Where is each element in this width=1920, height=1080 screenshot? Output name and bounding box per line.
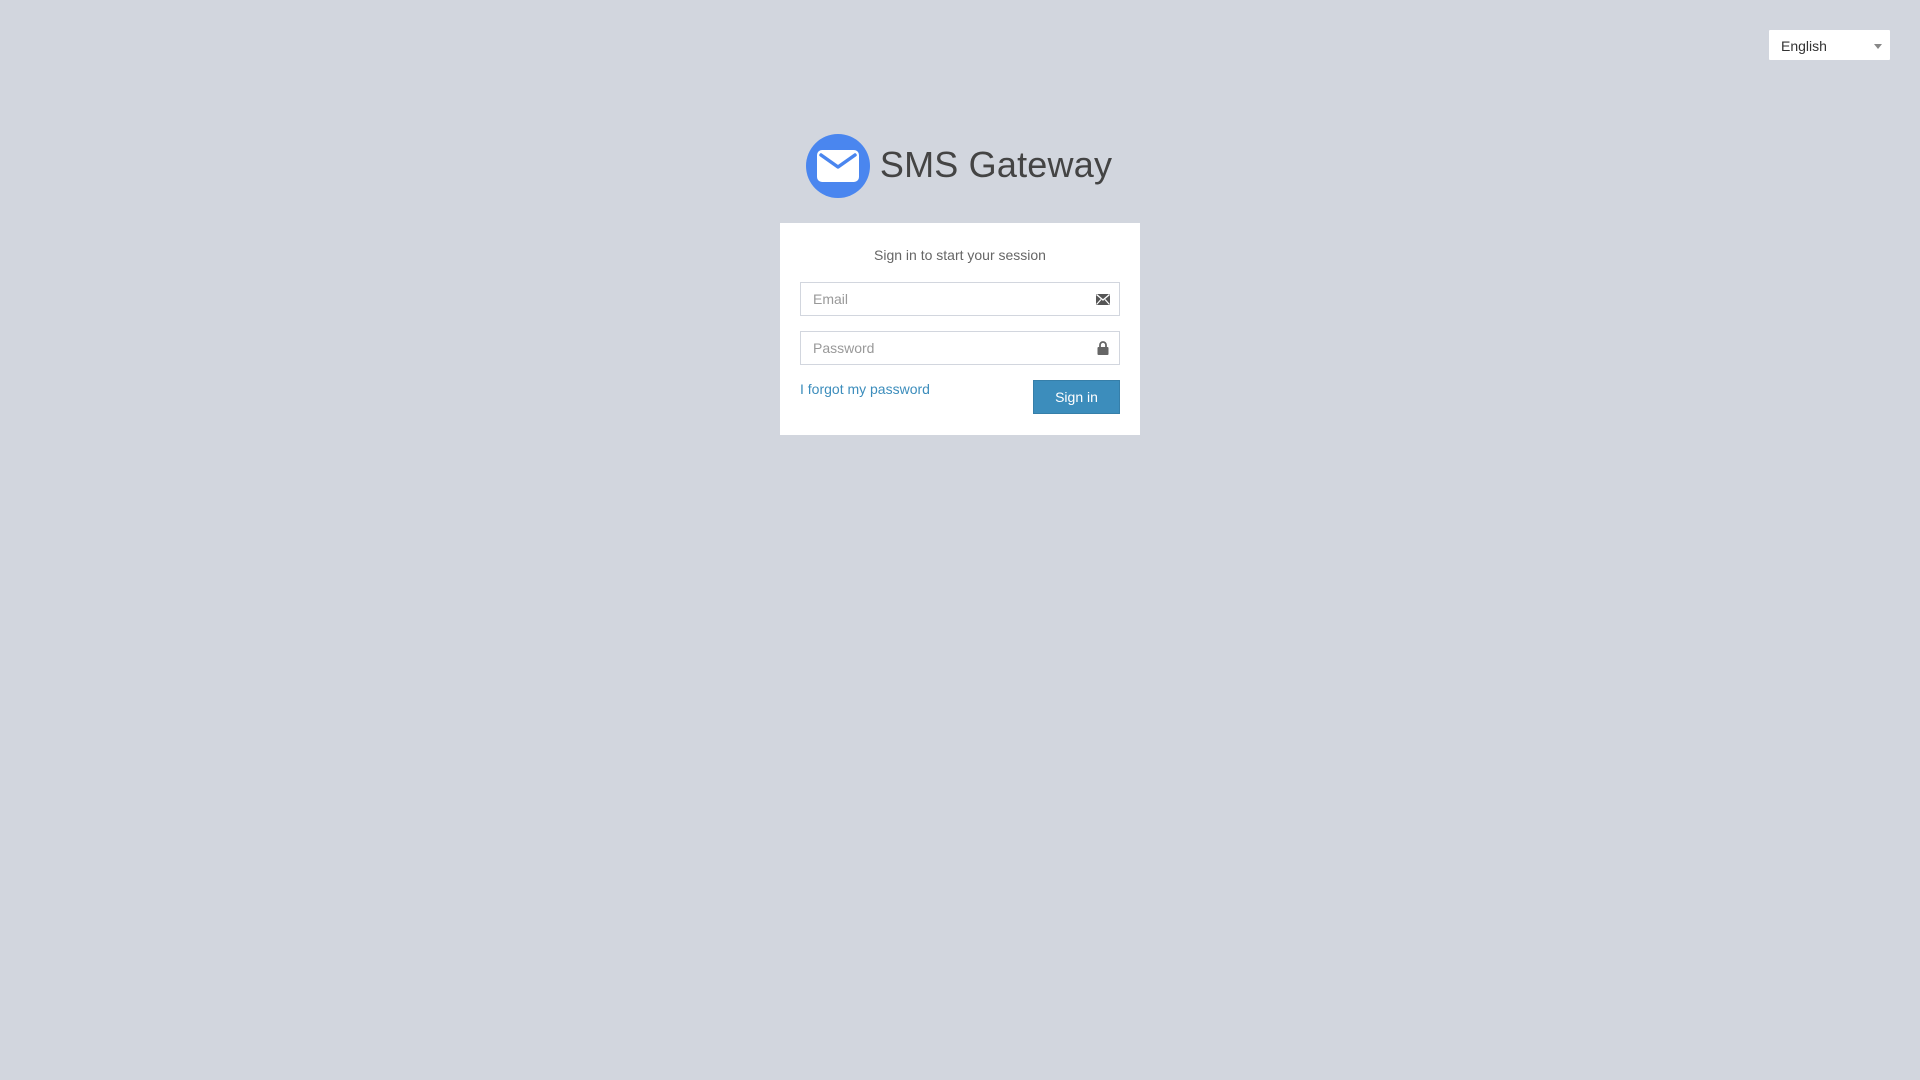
email-field-group xyxy=(800,282,1120,316)
login-page: English SMS Gateway Sign in to start you… xyxy=(0,0,1920,1080)
language-select-value: English xyxy=(1781,38,1827,54)
chevron-down-icon xyxy=(1874,44,1882,49)
app-title: SMS Gateway xyxy=(879,143,1113,185)
login-actions: I forgot my password Sign in xyxy=(800,380,1120,414)
login-message: Sign in to start your session xyxy=(874,247,1046,263)
envelope-icon xyxy=(805,134,870,198)
lock-icon xyxy=(1095,340,1111,356)
password-field-group xyxy=(800,331,1120,365)
login-box: Sign in to start your session I f xyxy=(780,223,1140,435)
forgot-password-link[interactable]: I forgot my password xyxy=(800,381,930,397)
language-select[interactable]: English xyxy=(1768,29,1891,61)
email-field[interactable] xyxy=(800,282,1120,316)
logo-group: SMS Gateway xyxy=(805,134,1113,198)
app-logo: SMS Gateway xyxy=(0,132,1920,200)
sign-in-button[interactable]: Sign in xyxy=(1033,380,1120,414)
envelope-icon xyxy=(1095,291,1111,307)
password-field[interactable] xyxy=(800,331,1120,365)
